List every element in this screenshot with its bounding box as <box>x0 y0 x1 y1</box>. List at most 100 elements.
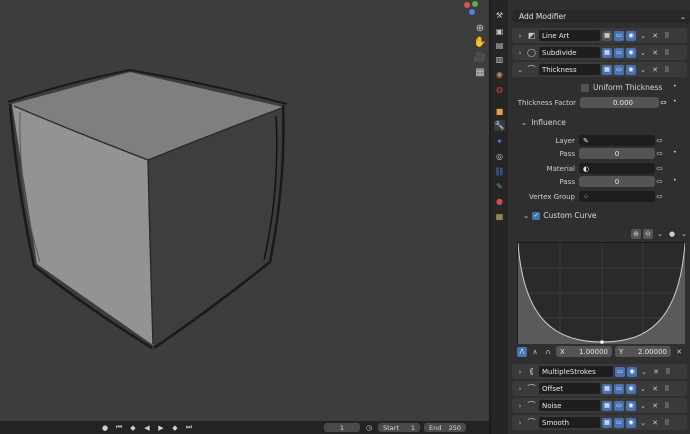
edit-mode-toggle[interactable]: ▦ <box>602 417 612 428</box>
world-tab-icon[interactable]: ◍ <box>494 84 505 95</box>
thickness-factor-field[interactable]: 0.000 <box>580 97 659 108</box>
end-frame-field[interactable]: End 250 <box>424 423 466 432</box>
material-tab-icon[interactable]: ● <box>494 196 505 207</box>
keyframe-dot-icon[interactable]: • <box>673 149 677 156</box>
keyframe-dot-icon[interactable]: • <box>673 177 677 184</box>
modifier-row-multiple-strokes[interactable]: › ⟪ MultipleStrokes ▭ ◉ ⌄ ✕ ⠿ <box>512 364 687 379</box>
material-field[interactable]: ◐ <box>579 163 655 174</box>
chevron-down-icon[interactable]: ⌄ <box>638 418 648 428</box>
edit-mode-toggle[interactable]: ▦ <box>602 400 612 411</box>
camera-icon[interactable]: 🎥 <box>473 51 487 63</box>
chevron-down-icon[interactable]: ⌄ <box>679 229 689 239</box>
checkbox[interactable] <box>581 83 589 92</box>
render-toggle[interactable]: ◉ <box>626 64 636 75</box>
chevron-right-icon[interactable]: › <box>516 49 524 57</box>
edit-mode-toggle[interactable]: ▦ <box>602 383 612 394</box>
jump-end-icon[interactable]: ⏭ <box>184 423 194 433</box>
invert-icon[interactable]: ⇔ <box>656 136 663 145</box>
drag-handle-icon[interactable]: ⠿ <box>662 418 672 428</box>
keyframe-dot-icon[interactable]: • <box>673 83 677 90</box>
modifier-tab-icon[interactable]: 🔧 <box>494 120 505 131</box>
delete-point-icon[interactable]: ✕ <box>674 347 684 357</box>
render-toggle[interactable]: ◉ <box>626 30 636 41</box>
close-icon[interactable]: ✕ <box>651 367 661 377</box>
grid-icon[interactable]: ▦ <box>473 66 487 78</box>
uniform-thickness-checkbox[interactable]: Uniform Thickness <box>581 83 662 92</box>
edit-mode-toggle[interactable]: ▦ <box>602 47 612 58</box>
render-toggle[interactable]: ◉ <box>626 383 636 394</box>
material-pass-field[interactable]: 0 <box>579 176 655 187</box>
chevron-right-icon[interactable]: › <box>516 385 524 393</box>
viewport-toggle[interactable]: ▭ <box>615 366 625 377</box>
hand-icon[interactable]: ✋ <box>473 36 487 48</box>
curve-editor[interactable] <box>517 242 686 344</box>
thickness-factor-mode-icon[interactable]: ⇔ <box>660 98 667 107</box>
close-icon[interactable]: ✕ <box>650 384 660 394</box>
invert-icon[interactable]: ⇔ <box>656 177 663 186</box>
play-reverse-icon[interactable]: ◀ <box>142 423 152 433</box>
auto-clamped-icon[interactable]: ∩ <box>543 347 553 357</box>
close-icon[interactable]: ✕ <box>650 48 660 58</box>
chevron-right-icon[interactable]: › <box>516 368 524 376</box>
modifier-row-offset[interactable]: › ⌒ Offset ▦ ▭ ◉ ⌄ ✕ ⠿ <box>512 381 687 396</box>
data-tab-icon[interactable]: ✎ <box>494 181 505 192</box>
zoom-in-icon[interactable]: ⊕ <box>631 229 641 239</box>
navigation-gizmo[interactable] <box>461 0 485 20</box>
3d-viewport[interactable]: ⊕ ✋ 🎥 ▦ <box>0 0 489 421</box>
record-icon[interactable]: ● <box>100 423 110 433</box>
influence-panel-header[interactable]: ⌄ Influence <box>521 118 566 127</box>
layer-pass-field[interactable]: 0 <box>579 148 655 159</box>
next-key-icon[interactable]: ◆ <box>170 423 180 433</box>
auto-handle-icon[interactable]: ∧ <box>530 347 540 357</box>
drag-handle-icon[interactable]: ⠿ <box>662 65 672 75</box>
physics-tab-icon[interactable]: ◎ <box>494 151 505 162</box>
invert-icon[interactable]: ⇔ <box>656 164 663 173</box>
x-field[interactable]: X 1.00000 <box>556 346 612 357</box>
chevron-down-icon[interactable]: ⌄ <box>638 48 648 58</box>
modifier-name-field[interactable]: Subdivide <box>539 47 600 58</box>
viewport-toggle[interactable]: ▭ <box>614 64 624 75</box>
jump-start-icon[interactable]: ⏮ <box>114 423 124 433</box>
start-frame-field[interactable]: Start 1 <box>378 423 420 432</box>
chevron-right-icon[interactable]: › <box>516 402 524 410</box>
clock-icon[interactable]: ◷ <box>364 423 374 433</box>
edit-mode-toggle[interactable]: ▦ <box>602 64 612 75</box>
close-icon[interactable]: ✕ <box>650 31 660 41</box>
custom-curve-checkbox[interactable]: ✓ <box>532 211 541 220</box>
tool-tab-icon[interactable]: ⚒ <box>494 10 505 21</box>
add-modifier-dropdown[interactable]: Add Modifier ⌄ <box>513 10 690 23</box>
chevron-down-icon[interactable]: ⌄ <box>638 31 648 41</box>
edit-mode-toggle[interactable]: ▦ <box>602 30 612 41</box>
modifier-name-field[interactable]: MultipleStrokes <box>539 366 613 377</box>
close-icon[interactable]: ✕ <box>650 65 660 75</box>
vector-handle-icon[interactable]: ⋀ <box>517 346 527 357</box>
modifier-name-field[interactable]: Noise <box>539 400 600 411</box>
modifier-name-field[interactable]: Smooth <box>539 417 600 428</box>
custom-curve-header[interactable]: ⌄ ✓ Custom Curve <box>523 211 597 220</box>
y-field[interactable]: Y 2.00000 <box>615 346 671 357</box>
close-icon[interactable]: ✕ <box>650 418 660 428</box>
viewport-toggle[interactable]: ▭ <box>614 30 624 41</box>
keyframe-dot-icon[interactable]: • <box>673 98 677 105</box>
chevron-down-icon[interactable]: ⌄ <box>516 66 524 74</box>
zoom-icon[interactable]: ⊕ <box>473 22 487 34</box>
invert-icon[interactable]: ⇔ <box>656 192 663 201</box>
render-toggle[interactable]: ◉ <box>626 400 636 411</box>
render-tab-icon[interactable]: ▣ <box>494 26 505 37</box>
scene-tab-icon[interactable]: ◉ <box>494 69 505 80</box>
close-icon[interactable]: ✕ <box>650 401 660 411</box>
modifier-row-thickness[interactable]: ⌄ ⌒ Thickness ▦ ▭ ◉ ⌄ ✕ ⠿ <box>512 62 687 77</box>
current-frame-field[interactable]: 1 <box>324 423 360 432</box>
modifier-row-noise[interactable]: › ⌒ Noise ▦ ▭ ◉ ⌄ ✕ ⠿ <box>512 398 687 413</box>
layer-field[interactable]: ✎ <box>579 135 655 146</box>
chevron-down-icon[interactable]: ⌄ <box>638 384 648 394</box>
dot-icon[interactable]: ● <box>667 229 677 239</box>
output-tab-icon[interactable]: ▤ <box>494 40 505 51</box>
texture-tab-icon[interactable]: ▦ <box>494 211 505 222</box>
render-toggle[interactable]: ◉ <box>627 366 637 377</box>
chevron-right-icon[interactable]: › <box>516 419 524 427</box>
modifier-row-smooth[interactable]: › ⌒ Smooth ▦ ▭ ◉ ⌄ ✕ ⠿ <box>512 415 687 430</box>
modifier-name-field[interactable]: Line Art <box>539 30 600 41</box>
prev-key-icon[interactable]: ◆ <box>128 423 138 433</box>
viewport-toggle[interactable]: ▭ <box>614 400 624 411</box>
